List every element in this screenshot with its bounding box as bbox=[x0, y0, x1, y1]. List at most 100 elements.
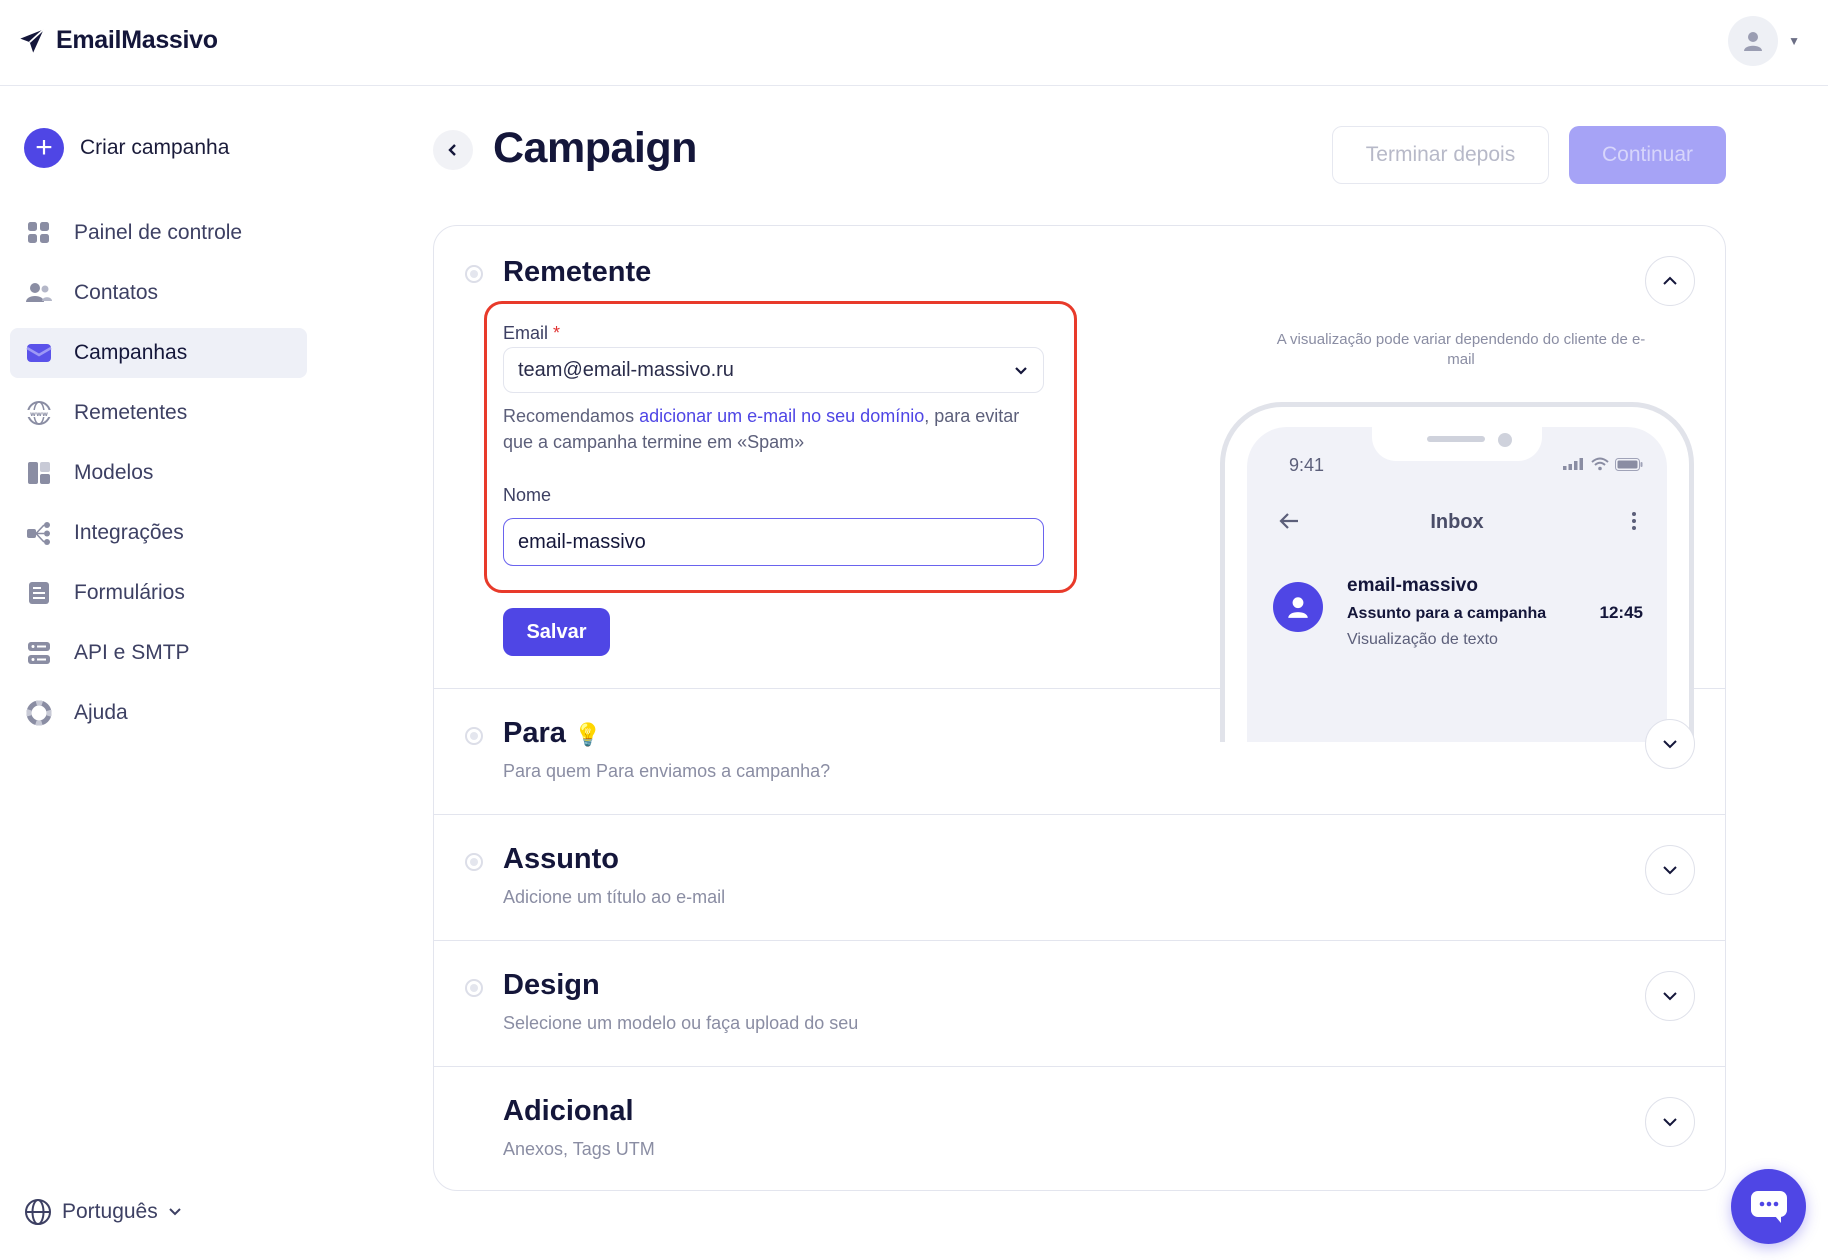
section-title: Design bbox=[503, 969, 600, 1001]
mail-subject: Assunto para a campanha bbox=[1347, 605, 1547, 622]
chevron-up-icon bbox=[1663, 276, 1677, 285]
sidebar-item-integrations[interactable]: Integrações bbox=[10, 508, 307, 558]
campaign-steps-card: Remetente Email * team@email-massivo.ru … bbox=[433, 225, 1726, 1191]
battery-icon bbox=[1615, 457, 1643, 471]
top-bar: EmailMassivo ▼ bbox=[0, 0, 1828, 86]
create-campaign-label: Criar campanha bbox=[80, 136, 230, 159]
language-selector[interactable]: Português bbox=[24, 1198, 182, 1226]
sidebar-item-label: Ajuda bbox=[74, 701, 128, 724]
logo[interactable]: EmailMassivo bbox=[18, 26, 218, 55]
language-label: Português bbox=[62, 1200, 158, 1223]
expand-button[interactable] bbox=[1645, 719, 1695, 769]
step-indicator bbox=[465, 265, 483, 283]
back-button[interactable] bbox=[433, 130, 473, 170]
page-title: Campaign bbox=[493, 124, 697, 172]
sidebar-item-label: API e SMTP bbox=[74, 641, 190, 664]
sidebar-item-label: Integrações bbox=[74, 521, 184, 544]
chat-icon bbox=[1750, 1190, 1787, 1223]
sidebar-item-templates[interactable]: Modelos bbox=[10, 448, 307, 498]
domain-hint: Recomendamos adicionar um e-mail no seu … bbox=[503, 406, 1020, 452]
chevron-down-icon bbox=[1663, 992, 1677, 1001]
svg-text:www: www bbox=[30, 410, 48, 418]
sender-avatar bbox=[1273, 582, 1323, 632]
step-indicator bbox=[465, 979, 483, 997]
section-title: Assunto bbox=[503, 843, 619, 875]
sidebar-item-label: Formulários bbox=[74, 581, 185, 604]
recipients-section[interactable]: Para 💡 Para quem Para enviamos a campanh… bbox=[434, 689, 1725, 815]
sidebar-item-label: Remetentes bbox=[74, 401, 188, 424]
sidebar: + Criar campanha Painel de controle Cont… bbox=[0, 86, 320, 1260]
collapse-button[interactable] bbox=[1645, 256, 1695, 306]
sidebar-item-forms[interactable]: Formulários bbox=[10, 568, 307, 618]
additional-section[interactable]: Adicional Anexos, Tags UTM bbox=[434, 1067, 1725, 1190]
step-indicator bbox=[465, 727, 483, 745]
chevron-down-icon bbox=[169, 1208, 181, 1216]
chevron-down-icon bbox=[1663, 1118, 1677, 1127]
campaigns-icon bbox=[26, 340, 52, 366]
globe-icon bbox=[25, 1199, 51, 1225]
sidebar-item-label: Contatos bbox=[74, 281, 159, 304]
chevron-down-icon bbox=[1015, 367, 1027, 375]
user-menu[interactable]: ▼ bbox=[1728, 16, 1800, 66]
add-domain-email-link[interactable]: adicionar um e-mail no seu domínio bbox=[639, 406, 924, 426]
sidebar-item-help[interactable]: Ajuda bbox=[10, 688, 307, 738]
required-marker: * bbox=[553, 323, 561, 343]
sidebar-nav: Painel de controle Contatos Campanhas ww… bbox=[10, 208, 307, 748]
subject-section[interactable]: Assunto Adicione um título ao e-mail bbox=[434, 815, 1725, 941]
chevron-left-icon bbox=[448, 144, 456, 156]
finish-later-button[interactable]: Terminar depois bbox=[1332, 126, 1549, 184]
inbox-bar: Inbox bbox=[1247, 503, 1667, 543]
signal-icon bbox=[1563, 458, 1583, 470]
email-label: Email * bbox=[503, 323, 561, 343]
chat-support-button[interactable] bbox=[1731, 1169, 1806, 1244]
chevron-down-icon bbox=[1663, 866, 1677, 875]
sidebar-item-api-smtp[interactable]: API e SMTP bbox=[10, 628, 307, 678]
sidebar-item-label: Painel de controle bbox=[74, 221, 243, 244]
section-subtitle: Selecione um modelo ou faça upload do se… bbox=[503, 1013, 859, 1033]
sender-name-input[interactable] bbox=[503, 518, 1044, 566]
sidebar-item-label: Modelos bbox=[74, 461, 154, 484]
dashboard-icon bbox=[26, 220, 52, 246]
sender-section: Remetente Email * team@email-massivo.ru … bbox=[434, 226, 1725, 742]
section-title: Remetente bbox=[503, 256, 652, 288]
section-title: Adicional bbox=[503, 1095, 634, 1127]
design-section[interactable]: Design Selecione um modelo ou faça uploa… bbox=[434, 941, 1725, 1067]
save-button[interactable]: Salvar bbox=[503, 608, 610, 656]
section-subtitle: Para quem Para enviamos a campanha? bbox=[503, 761, 831, 781]
contacts-icon bbox=[26, 280, 52, 306]
sidebar-item-label: Campanhas bbox=[74, 341, 188, 364]
caret-down-icon[interactable]: ▼ bbox=[1788, 34, 1800, 48]
sidebar-item-dashboard[interactable]: Painel de controle bbox=[10, 208, 307, 258]
step-indicator bbox=[465, 853, 483, 871]
preview-note: A visualização pode variar dependendo do… bbox=[1276, 331, 1646, 368]
chevron-down-icon bbox=[1663, 740, 1677, 749]
section-subtitle: Anexos, Tags UTM bbox=[503, 1139, 655, 1159]
expand-button[interactable] bbox=[1645, 1097, 1695, 1147]
forms-icon bbox=[26, 580, 52, 606]
mail-time: 12:45 bbox=[1599, 603, 1643, 622]
app-name: EmailMassivo bbox=[56, 26, 218, 54]
help-icon bbox=[26, 700, 52, 726]
www-icon: www bbox=[26, 400, 52, 426]
continue-button[interactable]: Continuar bbox=[1569, 126, 1726, 184]
server-icon bbox=[26, 640, 52, 666]
phone-notch bbox=[1372, 427, 1542, 461]
expand-button[interactable] bbox=[1645, 971, 1695, 1021]
wifi-icon bbox=[1591, 457, 1609, 471]
sidebar-item-contacts[interactable]: Contatos bbox=[10, 268, 307, 318]
status-icons bbox=[1563, 457, 1643, 471]
plus-icon: + bbox=[24, 128, 64, 168]
mail-preview-text: Visualização de texto bbox=[1347, 631, 1498, 648]
name-label: Nome bbox=[503, 485, 552, 505]
user-icon bbox=[1744, 32, 1763, 51]
more-vertical-icon bbox=[1631, 511, 1637, 536]
lightbulb-icon: 💡 bbox=[573, 722, 602, 747]
sidebar-item-senders[interactable]: www Remetentes bbox=[10, 388, 307, 438]
sender-email-select[interactable]: team@email-massivo.ru bbox=[503, 347, 1044, 393]
section-subtitle: Adicione um título ao e-mail bbox=[503, 887, 726, 907]
expand-button[interactable] bbox=[1645, 845, 1695, 895]
sidebar-item-campaigns[interactable]: Campanhas bbox=[10, 328, 307, 378]
create-campaign-button[interactable]: + Criar campanha bbox=[24, 128, 229, 168]
mail-from: email-massivo bbox=[1347, 575, 1478, 596]
avatar[interactable] bbox=[1728, 16, 1779, 66]
